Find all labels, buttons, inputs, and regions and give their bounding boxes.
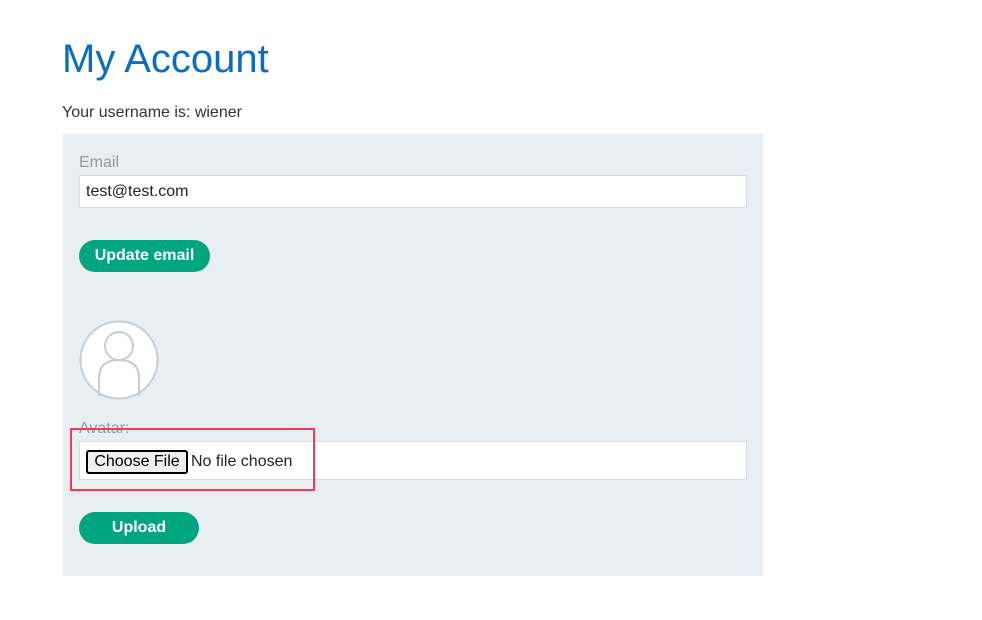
username-text: Your username is: wiener [62, 104, 242, 121]
avatar-label: Avatar: [79, 420, 130, 437]
user-avatar-icon [79, 320, 159, 400]
email-label: Email [79, 154, 120, 171]
user-avatar-svg [79, 320, 159, 400]
account-page: My Account Your username is: wiener Emai… [0, 0, 982, 620]
update-email-button[interactable]: Update email [79, 240, 210, 272]
email-field[interactable] [79, 175, 747, 208]
account-panel: Email Update email Avatar: Choose File N… [63, 134, 763, 576]
upload-button[interactable]: Upload [79, 512, 199, 544]
page-title: My Account [62, 37, 269, 81]
file-status-text: No file chosen [191, 453, 293, 470]
avatar-file-input[interactable]: Choose File No file chosen [79, 441, 747, 480]
choose-file-button[interactable]: Choose File [86, 450, 188, 474]
